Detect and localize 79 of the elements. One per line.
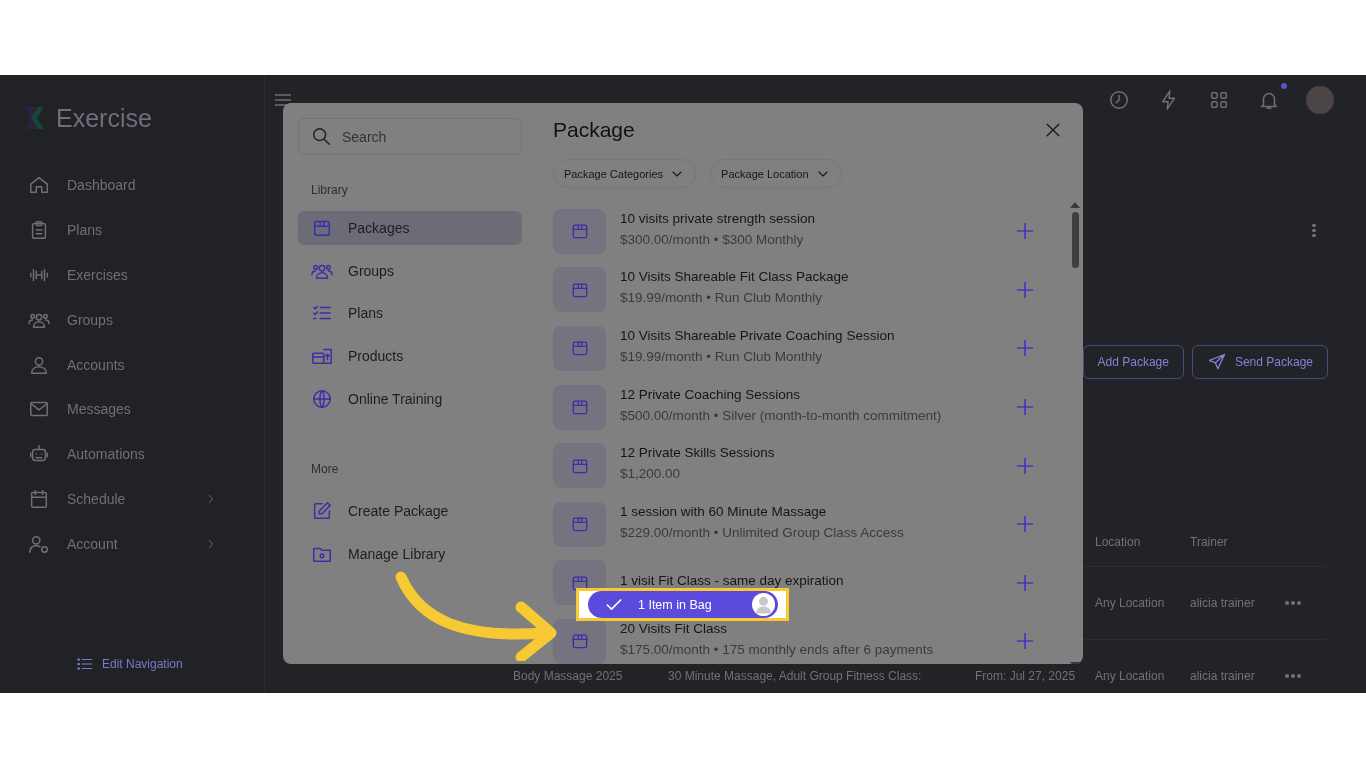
column-header: Trainer [1190,535,1229,549]
package-title: 20 Visits Fit Class [620,621,729,636]
package-details: $1,200.00 [620,467,682,482]
grid-icon [1208,89,1230,111]
plus-icon [1015,631,1035,652]
library-item[interactable]: Packages [298,211,522,245]
action-button[interactable]: Send Package [1191,345,1328,379]
section-heading: Library [311,183,349,197]
section-heading: More [311,462,340,477]
table-cell-text: 30 Minute Massage, Adult Group Fitness Class: [668,669,923,683]
package-details: $300.00/month • $300 Monthly [620,232,805,247]
package-title: 12 Private Skills Sessions [620,446,776,461]
package-details: $229.00/month • Unlimited Group Class Access [620,525,905,540]
package-details: $19.99/month • Run Club Monthly [620,350,824,364]
bag-label: 1 Item in Bag [638,597,712,612]
history-button[interactable] [1108,89,1130,111]
add-button[interactable] [1015,221,1035,242]
scrollbar-thumb[interactable] [1071,212,1079,268]
package-details: $500.00/month • Silver (month-to-month commitment) [620,408,943,423]
library-item[interactable]: Online Training [298,381,522,416]
package-title: 12 Private Coaching Sessions [620,387,802,402]
table-cell-text: alicia trainer [1190,596,1256,610]
more-item[interactable]: Create Package [298,494,522,529]
package-title: 10 Visits Shareable Fit Class Package [620,270,850,285]
sidebar-item[interactable]: Exercises [28,252,218,298]
scrollbar[interactable] [1069,202,1081,664]
table-cell-text: alicia trainer [1190,669,1256,683]
table-cell-text: Any Location [1095,669,1166,683]
package-title: 10 visits private strength session [620,211,817,226]
more-options-button[interactable] [1312,223,1316,237]
search-field[interactable]: Search [298,118,522,155]
globe-icon [311,387,333,410]
add-button[interactable] [1015,338,1035,359]
package-details: $175.00/month • 175 monthly ends after 6 payments [620,642,935,657]
plus-icon [1015,572,1035,593]
add-button[interactable] [1015,397,1035,418]
library-item[interactable]: Products [298,339,522,374]
add-button[interactable] [1015,455,1035,476]
column-header: Location [1095,535,1142,549]
add-button[interactable] [1015,514,1035,535]
table-cell-text: Body Massage 2025 [513,669,624,683]
plus-icon [1015,514,1035,535]
plus-icon [1015,279,1035,300]
package-title: 1 session with 60 Minute Massage [620,504,828,519]
sidebar-item[interactable]: Plans [28,207,218,253]
sidebar-item[interactable]: Automations [28,431,218,477]
dialog-title: Package [553,118,635,142]
plus-icon [1015,221,1035,242]
paper-plane-icon [1206,352,1227,372]
plus-icon [1015,455,1035,476]
add-button[interactable] [1015,572,1035,593]
avatar[interactable] [1306,86,1334,114]
package-title: 10 Visits Shareable Private Coaching Session [620,329,896,343]
plus-icon [1015,338,1035,359]
sidebar-item[interactable]: Groups [28,297,218,343]
sidebar-item[interactable]: Account [28,521,218,567]
sidebar-item[interactable]: Messages [28,387,218,432]
apps-button[interactable] [1208,89,1230,111]
plus-icon [1015,397,1035,418]
add-button[interactable] [1015,631,1035,652]
add-button[interactable] [1015,279,1035,300]
edit-navigation-link[interactable]: Edit Navigation [76,655,264,673]
sidebar-item[interactable]: Schedule [28,476,218,522]
avatar-placeholder-icon [752,593,775,616]
sidebar-item[interactable]: Accounts [28,342,218,387]
table-cell-text: Any Location [1095,596,1166,610]
package-details: $19.99/month • Run Club Monthly [620,291,824,306]
list-icon [76,655,94,673]
package-title: 1 visit Fit Class - same day expiration [620,573,845,588]
clock-icon [1108,89,1130,111]
sidebar-item[interactable]: Dashboard [28,163,218,208]
bag-button[interactable]: 1 Item in Bag [588,591,778,618]
more-item[interactable]: Manage Library [298,537,522,572]
calendar-icon [28,487,50,510]
search-icon [310,125,332,147]
table-cell-text: From: Jul 27, 2025 [975,669,1077,683]
library-item[interactable]: Plans [298,296,522,331]
app-name: Exercise [56,103,152,133]
library-item[interactable]: Groups [298,253,522,288]
